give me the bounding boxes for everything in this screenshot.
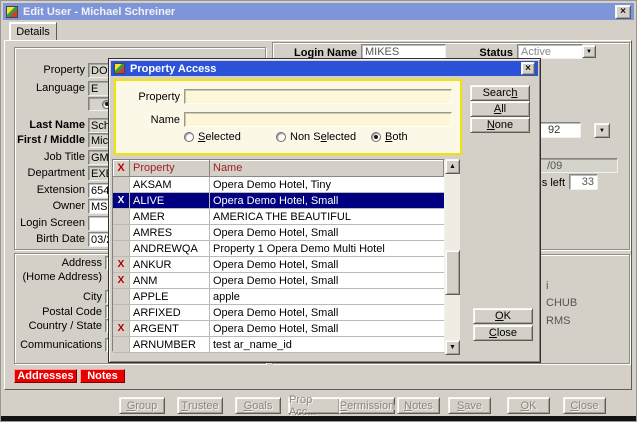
radio-label: Selected xyxy=(198,131,241,143)
row-name-cell[interactable]: Opera Demo Hotel, Small xyxy=(210,257,444,272)
row-name-cell[interactable]: test ar_name_id xyxy=(210,337,444,352)
table-row[interactable]: APPLEapple xyxy=(113,289,444,305)
table-row[interactable]: XANKUROpera Demo Hotel, Small xyxy=(113,257,444,273)
scroll-down-icon[interactable]: ▼ xyxy=(445,340,460,355)
table-row[interactable]: AMRESOpera Demo Hotel, Small xyxy=(113,225,444,241)
dialog-close-icon[interactable]: × xyxy=(521,62,535,75)
covered-text-fragment: CHUB xyxy=(546,297,577,309)
table-row[interactable]: XARGENTOpera Demo Hotel, Small xyxy=(113,321,444,337)
name-search-label: Name xyxy=(120,114,180,126)
row-name-cell[interactable]: Opera Demo Hotel, Small xyxy=(210,193,444,208)
footer-button-group[interactable]: Group xyxy=(119,397,165,414)
dialog-icon xyxy=(114,63,125,74)
search-button[interactable]: Search xyxy=(470,85,530,101)
row-name-cell[interactable]: Opera Demo Hotel, Small xyxy=(210,225,444,240)
row-name-cell[interactable]: Opera Demo Hotel, Small xyxy=(210,273,444,288)
radio-label: Non Selected xyxy=(290,131,356,143)
table-row[interactable]: ARFIXEDOpera Demo Hotel, Small xyxy=(113,305,444,321)
row-flag-cell[interactable]: X xyxy=(113,321,130,336)
property-table: X Property Name AKSAMOpera Demo Hotel, T… xyxy=(112,159,445,352)
footer-button-prop-acc[interactable]: Prop Acc... xyxy=(288,397,340,414)
dialog-titlebar[interactable]: Property Access × xyxy=(111,61,538,76)
row-property-cell[interactable]: ANM xyxy=(130,273,210,288)
footer-button-ok[interactable]: OK xyxy=(507,397,550,414)
all-button[interactable]: All xyxy=(470,101,530,117)
scrollbar-thumb[interactable] xyxy=(445,250,460,295)
dialog-title: Property Access xyxy=(130,63,216,75)
header-flag-column: X xyxy=(113,160,130,176)
search-panel: Property Name Selected Non Selected Both xyxy=(114,79,462,155)
row-flag-cell[interactable] xyxy=(113,337,130,352)
name-search-input[interactable] xyxy=(184,112,452,127)
none-button[interactable]: None xyxy=(470,117,530,133)
row-name-cell[interactable]: Opera Demo Hotel, Tiny xyxy=(210,177,444,192)
table-row[interactable]: AKSAMOpera Demo Hotel, Tiny xyxy=(113,177,444,193)
row-flag-cell[interactable] xyxy=(113,289,130,304)
row-name-cell[interactable]: AMERICA THE BEAUTIFUL xyxy=(210,209,444,224)
table-row[interactable]: ARNUMBERtest ar_name_id xyxy=(113,337,444,353)
radio-non-selected[interactable]: Non Selected xyxy=(276,131,356,143)
dialog-ok-button[interactable]: OK xyxy=(473,308,533,324)
property-search-input[interactable] xyxy=(184,89,452,104)
row-flag-cell[interactable] xyxy=(113,177,130,192)
table-row[interactable]: AMERAMERICA THE BEAUTIFUL xyxy=(113,209,444,225)
header-name-column: Name xyxy=(210,160,444,176)
row-flag-cell[interactable]: X xyxy=(113,193,130,208)
row-flag-cell[interactable] xyxy=(113,209,130,224)
dialog-close-button[interactable]: Close xyxy=(473,325,533,341)
radio-selected[interactable]: Selected xyxy=(184,131,241,143)
footer-button-notes[interactable]: Notes xyxy=(397,397,440,414)
row-property-cell[interactable]: ARGENT xyxy=(130,321,210,336)
property-access-dialog: Property Access × Property Name Selected… xyxy=(108,58,541,363)
radio-button-icon[interactable] xyxy=(184,132,194,142)
row-property-cell[interactable]: AKSAM xyxy=(130,177,210,192)
scroll-up-icon[interactable]: ▲ xyxy=(445,159,460,174)
row-property-cell[interactable]: ARFIXED xyxy=(130,305,210,320)
footer-button-save[interactable]: Save xyxy=(448,397,491,414)
table-header-row: X Property Name xyxy=(113,160,444,177)
footer-button-trustee[interactable]: Trustee xyxy=(177,397,223,414)
row-name-cell[interactable]: Opera Demo Hotel, Small xyxy=(210,321,444,336)
covered-text-fragment: i xyxy=(546,280,548,292)
footer-button-goals[interactable]: Goals xyxy=(235,397,281,414)
row-flag-cell[interactable] xyxy=(113,305,130,320)
radio-both[interactable]: Both xyxy=(371,131,408,143)
covered-text-fragment: RMS xyxy=(546,315,570,327)
row-flag-cell[interactable]: X xyxy=(113,273,130,288)
radio-button-icon[interactable] xyxy=(276,132,286,142)
property-table-body: AKSAMOpera Demo Hotel, TinyXALIVEOpera D… xyxy=(113,177,444,353)
edit-user-window: Edit User - Michael Schreiner × Details … xyxy=(0,0,637,422)
row-property-cell[interactable]: ALIVE xyxy=(130,193,210,208)
footer-button-close[interactable]: Close xyxy=(563,397,606,414)
row-name-cell[interactable]: apple xyxy=(210,289,444,304)
table-row[interactable]: XANMOpera Demo Hotel, Small xyxy=(113,273,444,289)
row-property-cell[interactable]: ANKUR xyxy=(130,257,210,272)
row-flag-cell[interactable]: X xyxy=(113,257,130,272)
window-bottom-edge xyxy=(1,416,637,422)
property-search-label: Property xyxy=(120,91,180,103)
row-name-cell[interactable]: Property 1 Opera Demo Multi Hotel xyxy=(210,241,444,256)
row-property-cell[interactable]: ARNUMBER xyxy=(130,337,210,352)
row-flag-cell[interactable] xyxy=(113,225,130,240)
table-row[interactable]: XALIVEOpera Demo Hotel, Small xyxy=(113,193,444,209)
table-scrollbar[interactable]: ▲ ▼ xyxy=(445,159,460,355)
row-property-cell[interactable]: ANDREWQA xyxy=(130,241,210,256)
radio-button-icon[interactable] xyxy=(371,132,381,142)
header-property-column: Property xyxy=(130,160,210,176)
row-flag-cell[interactable] xyxy=(113,241,130,256)
row-property-cell[interactable]: APPLE xyxy=(130,289,210,304)
row-property-cell[interactable]: AMER xyxy=(130,209,210,224)
radio-label: Both xyxy=(385,131,408,143)
row-name-cell[interactable]: Opera Demo Hotel, Small xyxy=(210,305,444,320)
row-property-cell[interactable]: AMRES xyxy=(130,225,210,240)
table-row[interactable]: ANDREWQAProperty 1 Opera Demo Multi Hote… xyxy=(113,241,444,257)
footer-button-permission[interactable]: Permission xyxy=(339,397,395,414)
